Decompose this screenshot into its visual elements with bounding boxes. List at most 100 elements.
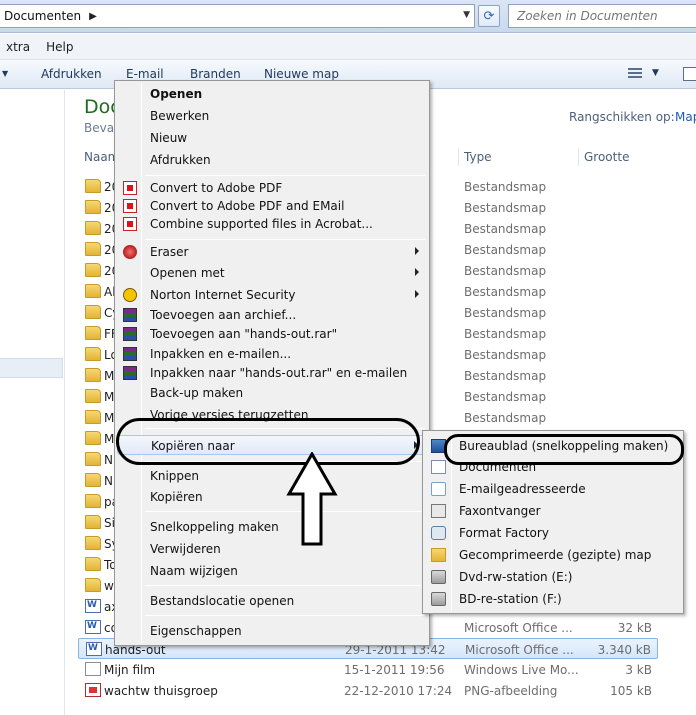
file-date: 15-1-2011 19:56 xyxy=(344,663,445,677)
folder-icon xyxy=(85,494,101,508)
arrange-by-link[interactable]: Map xyxy=(675,110,696,124)
menu-item-compress-rar-email[interactable]: Inpakken naar "hands-out.rar" en e-maile… xyxy=(117,363,427,383)
folder-icon xyxy=(85,221,101,235)
menu-item-compress-email[interactable]: Inpakken en e-mailen... xyxy=(117,344,427,364)
submenu-item-zip-folder[interactable]: Gecomprimeerde (gezipte) map xyxy=(425,544,681,566)
folder-icon xyxy=(85,179,101,193)
folder-icon xyxy=(85,305,101,319)
menu-item-convert-pdf-email[interactable]: Convert to Adobe PDF and EMail xyxy=(117,196,427,216)
menu-item-norton[interactable]: Norton Internet Security xyxy=(117,285,427,305)
menu-item-add-to-rar[interactable]: Toevoegen aan "hands-out.rar" xyxy=(117,324,427,344)
documents-icon xyxy=(431,460,446,474)
submenu-item-dvd-drive[interactable]: Dvd-rw-station (E:) xyxy=(425,566,681,588)
breadcrumb-documenten[interactable]: Documenten xyxy=(4,9,81,23)
winrar-icon xyxy=(123,366,137,380)
submenu-item-fax[interactable]: Faxontvanger xyxy=(425,500,681,522)
view-dropdown-icon[interactable]: ▼ xyxy=(652,68,659,78)
zip-folder-icon xyxy=(431,548,446,562)
file-type: Bestandsmap xyxy=(464,180,547,194)
nav-selected-item[interactable] xyxy=(0,358,63,378)
file-type: Bestandsmap xyxy=(464,369,547,383)
context-menu: Openen Bewerken Nieuw Afdrukken Convert … xyxy=(114,80,430,646)
file-name: Mijn film xyxy=(104,663,156,677)
preview-pane-icon[interactable] xyxy=(683,67,696,81)
menu-item-new[interactable]: Nieuw xyxy=(117,128,427,148)
folder-icon xyxy=(85,326,101,340)
organize-dropdown-icon[interactable]: ▼ xyxy=(2,69,8,78)
file-type: Bestandsmap xyxy=(464,243,547,257)
file-size: 105 kB xyxy=(610,684,652,698)
email-button[interactable]: E-mail xyxy=(126,67,164,81)
annotation-ring-desktop xyxy=(444,434,684,465)
file-name: N xyxy=(104,453,113,467)
folder-icon xyxy=(85,284,101,298)
file-type: Bestandsmap xyxy=(464,306,547,320)
file-type: Microsoft Office ... xyxy=(464,621,573,635)
folder-icon xyxy=(85,515,101,529)
menu-item-rename[interactable]: Naam wijzigen xyxy=(117,561,427,581)
search-box[interactable] xyxy=(508,4,696,28)
menu-separator xyxy=(145,615,425,616)
burn-button[interactable]: Branden xyxy=(190,67,241,81)
column-header-type[interactable]: Type xyxy=(464,150,492,164)
norton-icon xyxy=(123,288,137,302)
navigation-pane[interactable] xyxy=(0,90,65,715)
file-name: N xyxy=(104,474,113,488)
video-project-icon xyxy=(85,662,101,676)
refresh-button[interactable]: ⟳ xyxy=(478,5,500,27)
menu-item-convert-pdf[interactable]: Convert to Adobe PDF xyxy=(117,178,427,198)
menu-item-cut[interactable]: Knippen xyxy=(117,466,427,486)
menu-item-copy[interactable]: Kopiëren xyxy=(117,487,427,507)
menu-item-open-with[interactable]: Openen met xyxy=(117,263,427,283)
column-header-size[interactable]: Grootte xyxy=(584,150,629,164)
table-row[interactable]: Mijn film 15-1-2011 19:56 Windows Live Mo.… xyxy=(78,659,658,680)
file-type: Bestandsmap xyxy=(464,348,547,362)
file-type: Bestandsmap xyxy=(464,411,547,425)
menu-item-create-shortcut[interactable]: Snelkoppeling maken xyxy=(117,517,427,537)
print-button[interactable]: Afdrukken xyxy=(41,67,102,81)
menu-item-edit[interactable]: Bewerken xyxy=(117,106,427,126)
folder-icon xyxy=(85,452,101,466)
view-options-icon[interactable] xyxy=(628,68,642,80)
submenu-arrow-icon xyxy=(415,247,419,255)
menu-item-open[interactable]: Openen xyxy=(117,84,427,104)
menu-item-backup[interactable]: Back-up maken xyxy=(117,383,427,403)
png-image-icon xyxy=(85,683,101,697)
file-type: Microsoft Office ... xyxy=(465,643,574,657)
column-separator[interactable] xyxy=(458,148,459,166)
address-bar: Documenten ▶ ▼ ⟳ xyxy=(0,0,696,33)
new-folder-button[interactable]: Nieuwe map xyxy=(264,67,339,81)
submenu-item-mail-recipient[interactable]: E-mailgeadresseerde xyxy=(425,478,681,500)
file-date: 22-12-2010 17:24 xyxy=(344,684,453,698)
word-document-icon xyxy=(85,620,101,634)
column-separator[interactable] xyxy=(578,148,579,166)
menu-item-print[interactable]: Afdrukken xyxy=(117,150,427,170)
file-type: Windows Live Mo... xyxy=(464,663,579,677)
menu-extra[interactable]: xtra xyxy=(0,40,38,54)
file-size: 3.340 kB xyxy=(597,643,651,657)
menu-item-eraser[interactable]: Eraser xyxy=(117,242,427,262)
menu-item-open-location[interactable]: Bestandslocatie openen xyxy=(117,591,427,611)
menu-item-add-to-archive[interactable]: Toevoegen aan archief... xyxy=(117,305,427,325)
file-type: Bestandsmap xyxy=(464,390,547,404)
menu-item-delete[interactable]: Verwijderen xyxy=(117,539,427,559)
submenu-item-format-factory[interactable]: Format Factory xyxy=(425,522,681,544)
eraser-icon xyxy=(123,245,137,259)
file-name: M xyxy=(104,390,115,404)
file-type: Bestandsmap xyxy=(464,201,547,215)
breadcrumb-chevron-icon[interactable]: ▶ xyxy=(89,11,97,22)
menu-item-properties[interactable]: Eigenschappen xyxy=(117,621,427,641)
document-icon xyxy=(85,599,101,613)
menu-item-combine-acrobat[interactable]: Combine supported files in Acrobat... xyxy=(117,214,427,234)
folder-icon xyxy=(85,200,101,214)
submenu-item-bd-drive[interactable]: BD-re-station (F:) xyxy=(425,588,681,610)
table-row[interactable]: wachtw thuisgroep 22-12-2010 17:24 PNG-afb… xyxy=(78,680,658,701)
file-name: M xyxy=(104,411,115,425)
folder-icon xyxy=(85,263,101,277)
menu-help[interactable]: Help xyxy=(38,40,81,54)
file-type: Bestandsmap xyxy=(464,327,547,341)
search-input[interactable] xyxy=(517,9,687,23)
winrar-icon xyxy=(123,347,137,361)
address-dropdown-icon[interactable]: ▼ xyxy=(463,10,470,20)
address-field[interactable]: Documenten ▶ ▼ xyxy=(0,4,475,28)
